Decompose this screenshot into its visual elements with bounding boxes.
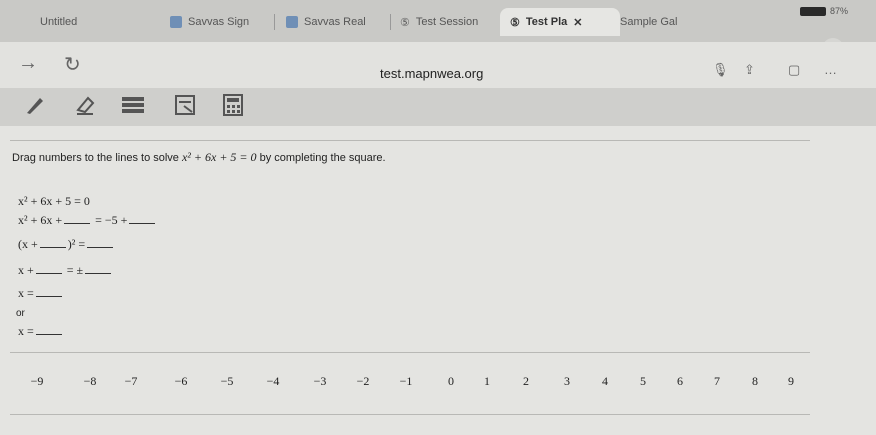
divider [10, 140, 810, 141]
number-tile[interactable]: 8 [742, 374, 768, 389]
reload-icon[interactable]: ↻ [64, 52, 81, 77]
number-tile[interactable]: 1 [474, 374, 500, 389]
number-tile[interactable]: −3 [307, 374, 333, 389]
tab-label: Test Session [415, 16, 479, 28]
more-menu-icon[interactable]: … [824, 62, 837, 77]
close-tab-icon[interactable]: ✕ [573, 16, 582, 29]
number-tile[interactable]: 2 [513, 374, 539, 389]
url-field[interactable]: test.mapnwea.org [380, 66, 483, 81]
number-tile[interactable]: −4 [260, 374, 286, 389]
step-2-right: = −5 + [95, 213, 128, 227]
tab-label: Savvas Sign [188, 16, 250, 28]
prompt-text: Drag numbers to the lines to solve [12, 152, 179, 164]
drop-target-6[interactable] [85, 263, 112, 274]
step-3-right: )² = [67, 237, 86, 251]
savvas-icon [170, 16, 182, 28]
drop-target-7[interactable] [35, 286, 62, 297]
number-tile[interactable]: −5 [214, 374, 240, 389]
tab-label: Sample Gal [620, 16, 678, 28]
number-tile[interactable]: 7 [704, 374, 730, 389]
tab-label: Untitled [40, 16, 78, 28]
prompt-suffix: by completing the square. [259, 152, 386, 164]
tabs-overview-icon[interactable]: ▢ [788, 62, 800, 78]
step-1-text: x² + 6x + 5 = 0 [18, 194, 90, 208]
step-6: x = [18, 324, 64, 339]
battery-icon [800, 7, 826, 16]
number-tile[interactable]: 5 [630, 374, 656, 389]
divider [10, 414, 810, 415]
step-1: x² + 6x + 5 = 0 [18, 194, 90, 209]
drop-target-3[interactable] [39, 237, 66, 248]
forward-arrow-icon[interactable]: → [18, 52, 38, 75]
number-tile[interactable]: 6 [667, 374, 693, 389]
share-icon[interactable]: ⇪ [744, 62, 755, 78]
tab-untitled[interactable]: Untitled [40, 8, 130, 36]
number-tile[interactable]: −2 [350, 374, 376, 389]
number-tile[interactable]: 9 [778, 374, 804, 389]
tab-sample-gal[interactable]: Sample Gal [620, 8, 700, 36]
drop-target-4[interactable] [87, 237, 114, 248]
step-2-left: x² + 6x + [18, 213, 63, 227]
drop-target-8[interactable] [35, 324, 62, 335]
battery-status: 87% [829, 6, 848, 16]
tab-test-session[interactable]: ⑤ Test Session [400, 8, 492, 36]
line-reader-icon[interactable] [120, 92, 146, 118]
step-4-right: = ± [66, 263, 84, 277]
tab-label: Savvas Real [304, 16, 366, 28]
drop-target-1[interactable] [64, 213, 91, 224]
tab-separator [274, 14, 275, 30]
answer-masking-icon[interactable] [172, 92, 198, 118]
prompt-equation: x² + 6x + 5 = 0 [181, 150, 257, 164]
number-tile[interactable]: 0 [438, 374, 464, 389]
tab-savvas-sign[interactable]: Savvas Sign [170, 8, 262, 36]
step-5-left: x = [18, 286, 34, 300]
savvas-icon [286, 16, 298, 28]
question-prompt: Drag numbers to the lines to solve x² + … [12, 150, 386, 165]
step-6-left: x = [18, 324, 34, 338]
divider [10, 352, 810, 353]
step-2: x² + 6x + = −5 + [18, 213, 157, 228]
number-tile[interactable]: −7 [118, 374, 144, 389]
eraser-tool-icon[interactable] [72, 92, 98, 118]
step-5: x = [18, 286, 64, 301]
number-tile[interactable]: −6 [168, 374, 194, 389]
number-tile[interactable]: −8 [77, 374, 103, 389]
tab-label: Test Pla [525, 16, 568, 28]
nwea-icon: ⑤ [510, 16, 520, 29]
number-tile[interactable]: 3 [554, 374, 580, 389]
tab-bar: Untitled Savvas Sign Savvas Real ⑤ Test … [0, 0, 876, 42]
tab-test-player[interactable]: ⑤ Test Pla ✕ [500, 8, 620, 36]
step-3: (x + )² = [18, 237, 115, 252]
number-tile[interactable]: 4 [592, 374, 618, 389]
calculator-icon[interactable] [220, 92, 246, 118]
drop-target-2[interactable] [129, 213, 156, 224]
nwea-icon: ⑤ [400, 16, 410, 29]
tab-savvas-real[interactable]: Savvas Real [286, 8, 378, 36]
or-label: or [16, 308, 25, 319]
drop-target-5[interactable] [35, 263, 62, 274]
number-tile[interactable]: −1 [393, 374, 419, 389]
pencil-tool-icon[interactable] [22, 92, 48, 118]
step-4: x + = ± [18, 263, 113, 278]
number-tile[interactable]: −9 [24, 374, 50, 389]
step-4-left: x + [18, 263, 34, 277]
mic-icon[interactable]: 🎙 [712, 62, 729, 78]
tab-separator [390, 14, 391, 30]
step-3-left: (x + [18, 237, 38, 251]
